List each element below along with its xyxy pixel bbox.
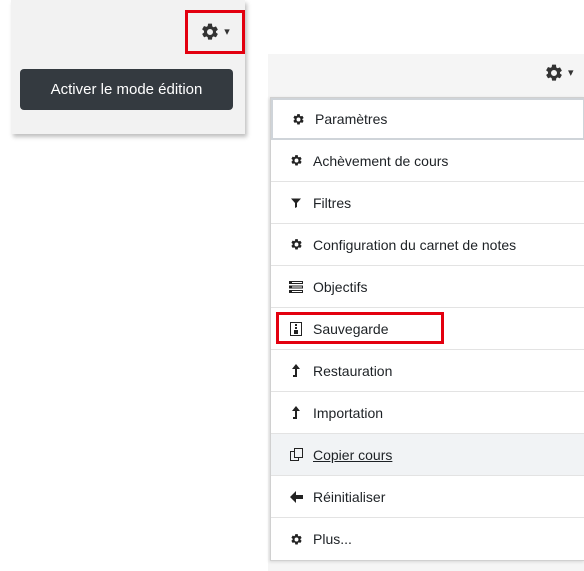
course-actions-menu-toggle-open[interactable]: ▾ xyxy=(544,63,574,83)
caret-down-icon: ▾ xyxy=(568,66,574,79)
menu-item-label: Objectifs xyxy=(313,278,368,295)
gear-icon xyxy=(291,112,305,126)
arrow-left-icon xyxy=(289,490,303,504)
file-archive-icon xyxy=(289,321,303,336)
menu-item-label: Restauration xyxy=(313,362,393,379)
menu-item-label: Plus... xyxy=(313,531,352,547)
course-header-panel: ▾ Activer le mode édition xyxy=(11,0,245,134)
level-up-icon xyxy=(289,406,303,420)
menu-item-label: Réinitialiser xyxy=(313,488,386,505)
gear-icon xyxy=(546,64,562,81)
menu-item-filtres[interactable]: Filtres xyxy=(271,182,584,224)
menu-item-label: Paramètres xyxy=(315,111,388,127)
menu-item-importation[interactable]: Importation xyxy=(271,392,584,434)
filter-icon xyxy=(289,196,303,210)
caret-down-icon: ▾ xyxy=(224,25,230,38)
menu-item-reinitialiser[interactable]: Réinitialiser xyxy=(271,476,584,518)
list-icon xyxy=(289,280,303,294)
level-up-icon xyxy=(289,364,303,378)
copy-icon xyxy=(289,448,303,462)
gear-icon xyxy=(202,23,219,40)
course-actions-menu-toggle[interactable]: ▾ xyxy=(185,10,245,54)
gear-icon xyxy=(289,532,303,546)
menu-item-label: Sauvegarde xyxy=(313,320,389,337)
menu-item-label: Filtres xyxy=(313,194,352,211)
menu-item-label: Configuration du carnet de notes xyxy=(313,236,517,253)
gear-icon xyxy=(289,238,303,252)
menu-item-plus[interactable]: Plus... xyxy=(271,518,584,560)
menu-item-label: Importation xyxy=(313,404,384,421)
course-actions-dropdown: Paramètres Achèvement de cours Filtres C… xyxy=(270,97,584,561)
menu-item-sauvegarde[interactable]: Sauvegarde xyxy=(271,308,584,350)
menu-item-label: Copier cours xyxy=(313,446,393,463)
edit-mode-button[interactable]: Activer le mode édition xyxy=(20,69,233,110)
menu-item-label: Achèvement de cours xyxy=(313,152,449,169)
menu-item-carnet-de-notes[interactable]: Configuration du carnet de notes xyxy=(271,224,584,266)
menu-item-objectifs[interactable]: Objectifs xyxy=(271,266,584,308)
menu-item-parametres[interactable]: Paramètres xyxy=(271,98,584,140)
menu-item-achevement[interactable]: Achèvement de cours xyxy=(271,140,584,182)
menu-item-copier-cours[interactable]: Copier cours xyxy=(271,434,584,476)
gear-icon xyxy=(289,154,303,168)
course-menu-panel: ▾ Paramètres Achèvement de cours Filtres… xyxy=(268,54,584,571)
menu-item-restauration[interactable]: Restauration xyxy=(271,350,584,392)
